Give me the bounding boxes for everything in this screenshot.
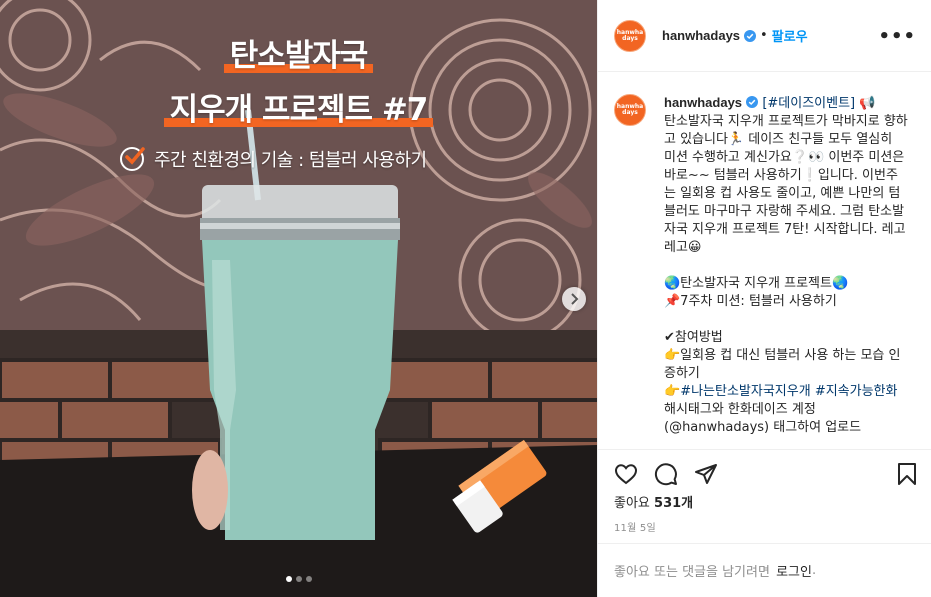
more-options-icon[interactable]: •••: [878, 26, 916, 47]
caption-text: hanwhadays [#데이즈이벤트] 📢 탄소발자국 지우개 프로젝트가 막…: [664, 95, 908, 435]
carousel-indicator: [0, 576, 597, 582]
hashtag-link[interactable]: [#데이즈이벤트]: [762, 96, 855, 111]
login-link[interactable]: 로그인: [776, 561, 812, 580]
next-slide-button[interactable]: [562, 287, 586, 311]
username-link[interactable]: hanwhadays: [662, 28, 740, 43]
heart-icon[interactable]: [614, 462, 638, 486]
chevron-right-icon: [571, 293, 579, 305]
comment-icon[interactable]: [654, 462, 678, 486]
title-line-2: 지우개 프로젝트 #7: [163, 90, 434, 130]
bookmark-icon[interactable]: [896, 462, 918, 490]
share-icon[interactable]: [694, 462, 718, 486]
comment-prompt: 좋아요 또는 댓글을 남기려면 로그인.: [598, 543, 931, 597]
post-header: hanwha days hanwhadays • 팔로우 •••: [598, 0, 931, 72]
post-image[interactable]: 탄소발자국 지우개 프로젝트 #7 주간 친환경의 기술 : 텀블러 사용하기: [0, 0, 597, 597]
post-subtitle: 주간 친환경의 기술 : 텀블러 사용하기: [120, 146, 427, 172]
post-date[interactable]: 11월 5일: [614, 519, 656, 534]
avatar[interactable]: hanwha days: [614, 19, 646, 52]
checkmark-icon: [120, 147, 145, 171]
separator-dot: •: [760, 28, 768, 43]
hashtag-link[interactable]: #지속가능한화: [815, 384, 898, 399]
likes-count[interactable]: 좋아요 531개: [614, 492, 693, 511]
action-bar: [598, 449, 931, 497]
caption-avatar[interactable]: hanwha days: [614, 94, 646, 126]
post-title: 탄소발자국 지우개 프로젝트 #7: [0, 36, 597, 144]
carousel-dot: [285, 576, 292, 582]
verified-badge-icon: [744, 29, 757, 42]
caption-scroll-area[interactable]: hanwha days hanwhadays [#데이즈이벤트] 📢 탄소발자국…: [598, 72, 931, 449]
verified-badge-icon: [746, 96, 759, 108]
post-side-panel: hanwha days hanwhadays • 팔로우 ••• hanwha …: [597, 0, 931, 597]
caption-username[interactable]: hanwhadays: [664, 95, 742, 110]
carousel-dot: [305, 576, 312, 582]
hashtag-link[interactable]: #나는탄소발자국지우개: [680, 384, 811, 399]
title-line-1: 탄소발자국: [223, 36, 374, 76]
carousel-dot: [295, 576, 302, 582]
subtitle-text: 주간 친환경의 기술 : 텀블러 사용하기: [154, 150, 427, 171]
follow-button[interactable]: 팔로우: [772, 26, 808, 45]
eraser-graphic: [452, 439, 547, 533]
